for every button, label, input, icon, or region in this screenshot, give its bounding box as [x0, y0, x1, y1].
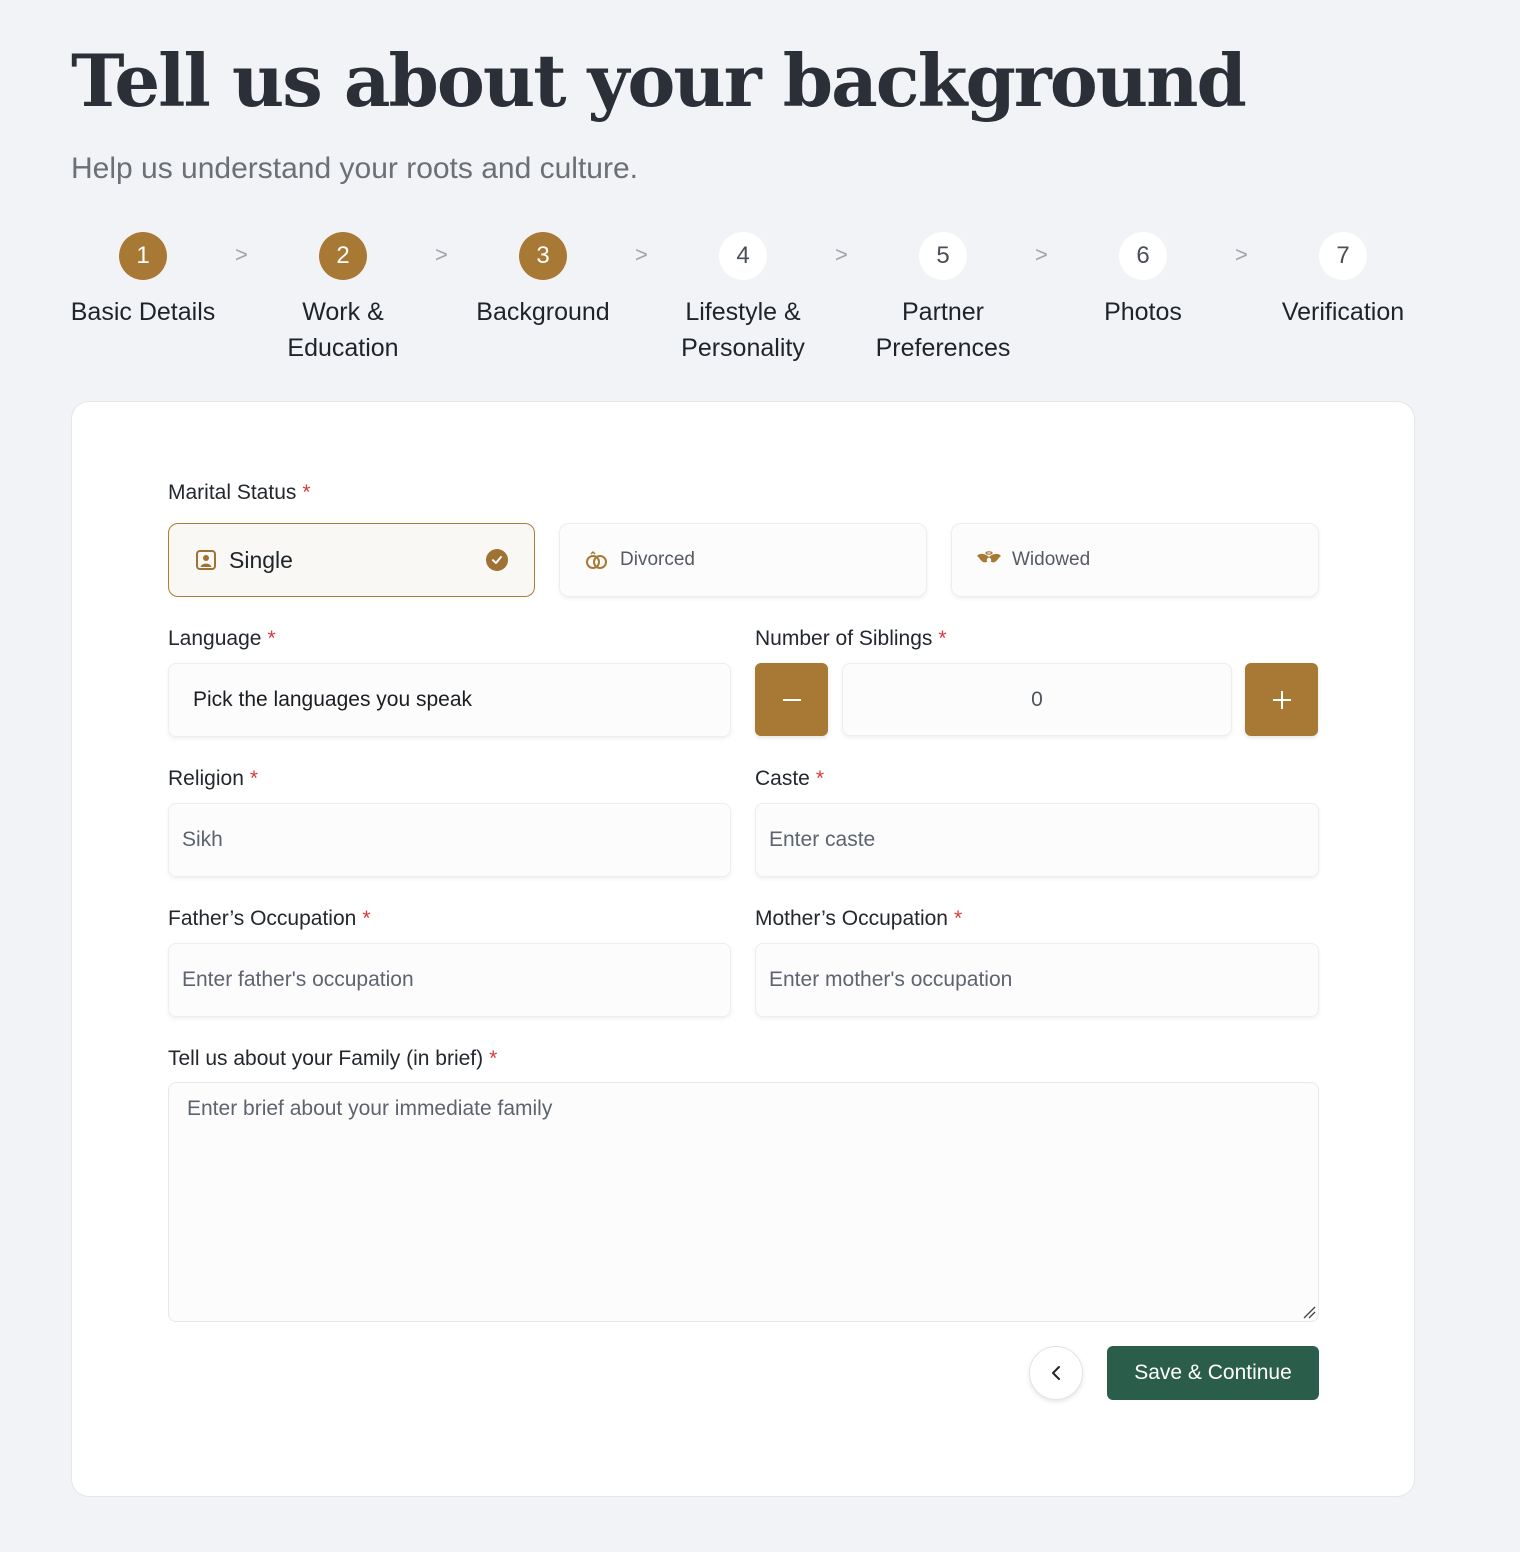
step-number: 1 — [119, 232, 167, 280]
mother-occupation-input[interactable]: Enter mother's occupation — [755, 943, 1319, 1017]
siblings-increment-button[interactable] — [1245, 663, 1318, 736]
page-subtitle: Help us understand your roots and cultur… — [71, 152, 638, 185]
form-card: Marital Status * Single Divorced Widowed … — [71, 401, 1415, 1497]
step-partner-preferences[interactable]: 5 Partner Preferences — [843, 232, 1043, 366]
family-placeholder: Enter brief about your immediate family — [187, 1097, 553, 1120]
step-background[interactable]: 3 Background — [443, 232, 643, 330]
language-select[interactable]: Pick the languages you speak — [168, 663, 731, 737]
step-label: Basic Details — [70, 298, 216, 326]
step-work-education[interactable]: 2 Work & Education — [243, 232, 443, 366]
father-occupation-input[interactable]: Enter father's occupation — [168, 943, 731, 1017]
family-label: Tell us about your Family (in brief) * — [168, 1047, 498, 1070]
step-number: 2 — [319, 232, 367, 280]
siblings-label: Number of Siblings * — [755, 627, 947, 650]
option-label: Widowed — [1012, 549, 1091, 570]
marital-option-divorced[interactable]: Divorced — [559, 523, 927, 597]
step-label: Background — [476, 298, 610, 326]
check-icon — [486, 549, 508, 571]
step-lifestyle-personality[interactable]: 4 Lifestyle & Personality — [643, 232, 843, 366]
step-label: Partner Preferences — [875, 298, 1011, 362]
step-number: 3 — [519, 232, 567, 280]
rings-icon — [584, 547, 610, 573]
family-textarea[interactable]: Enter brief about your immediate family — [168, 1082, 1319, 1322]
save-continue-button[interactable]: Save & Continue — [1107, 1346, 1319, 1400]
marital-option-single[interactable]: Single — [168, 523, 535, 597]
step-verification[interactable]: 7 Verification — [1243, 232, 1443, 330]
step-basic-details[interactable]: 1 Basic Details — [43, 232, 243, 330]
minus-icon — [782, 698, 801, 701]
step-photos[interactable]: 6 Photos — [1043, 232, 1243, 330]
step-label: Photos — [1104, 298, 1182, 326]
step-number: 6 — [1119, 232, 1167, 280]
step-number: 4 — [719, 232, 767, 280]
plus-icon — [1272, 690, 1291, 709]
marital-option-widowed[interactable]: Widowed — [951, 523, 1319, 597]
siblings-decrement-button[interactable] — [755, 663, 828, 736]
siblings-count-input[interactable]: 0 — [842, 663, 1232, 736]
caste-label: Caste * — [755, 767, 825, 790]
marital-status-label: Marital Status * — [168, 481, 311, 504]
progress-stepper: 1 Basic Details > 2 Work & Education > 3 … — [0, 232, 1520, 372]
step-label: Work & Education — [287, 298, 399, 362]
person-portrait-icon — [193, 547, 219, 573]
mother-occupation-label: Mother’s Occupation * — [755, 907, 963, 930]
step-label: Lifestyle & Personality — [681, 298, 805, 362]
chevron-left-icon — [1052, 1366, 1060, 1380]
page-title: Tell us about your background — [71, 38, 1247, 123]
language-label: Language * — [168, 627, 276, 650]
option-label: Divorced — [620, 549, 695, 570]
resize-handle-icon[interactable] — [1302, 1305, 1316, 1319]
father-occupation-label: Father’s Occupation * — [168, 907, 371, 930]
religion-label: Religion * — [168, 767, 259, 790]
option-label: Single — [229, 546, 293, 573]
angel-wings-icon — [976, 547, 1002, 573]
step-number: 7 — [1319, 232, 1367, 280]
religion-input[interactable]: Sikh — [168, 803, 731, 877]
step-label: Verification — [1281, 298, 1405, 326]
caste-input[interactable]: Enter caste — [755, 803, 1319, 877]
back-button[interactable] — [1029, 1346, 1083, 1400]
step-number: 5 — [919, 232, 967, 280]
